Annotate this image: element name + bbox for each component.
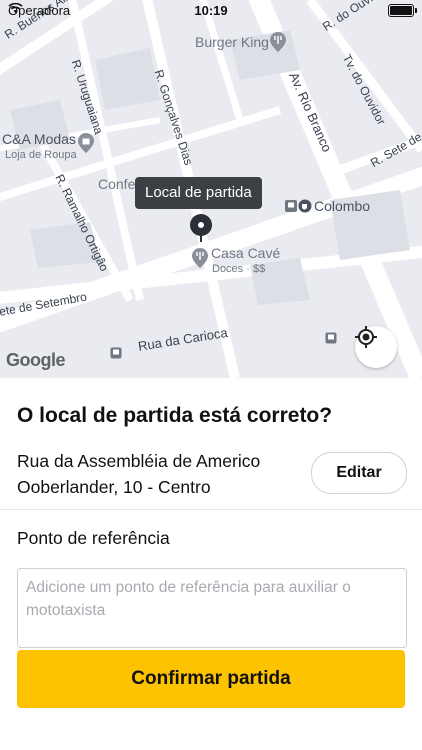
- pickup-pin-stem: [200, 234, 202, 242]
- pickup-address: Rua da Assembléia de Americo Ooberlander…: [17, 451, 261, 497]
- cafe-icon: [298, 199, 312, 213]
- edit-button[interactable]: Editar: [311, 452, 407, 494]
- divider: [0, 509, 422, 510]
- restaurant-icon: [270, 32, 286, 52]
- panel-title: O local de partida está correto?: [17, 404, 333, 427]
- poi-burger-king[interactable]: Burger King: [195, 34, 269, 50]
- status-time: 10:19: [194, 3, 228, 18]
- my-location-button[interactable]: [355, 326, 397, 368]
- bus-stop-icon: [110, 347, 122, 359]
- reference-input[interactable]: Adicione um ponto de referência para aux…: [17, 568, 407, 648]
- pickup-pin-icon[interactable]: [190, 214, 212, 236]
- poi-colombo[interactable]: Colombo: [314, 198, 370, 214]
- poi-casa-cave-category: Doces · $$: [212, 263, 266, 275]
- poi-ca-modas[interactable]: C&A Modas: [2, 131, 76, 147]
- confirm-pickup-button[interactable]: Confirmar partida: [17, 650, 405, 708]
- bus-stop-icon: [325, 332, 337, 344]
- status-bar: Operadora 10:19: [0, 0, 422, 22]
- pickup-confirmation-panel: O local de partida está correto? Rua da …: [0, 378, 422, 750]
- map-view[interactable]: Operadora 10:19 R. Buenos Aires R. do Ou…: [0, 0, 422, 378]
- restaurant-icon: [192, 248, 208, 268]
- pickup-tooltip: Local de partida: [135, 177, 262, 209]
- poi-burger-king-label: Burger King: [195, 34, 269, 50]
- poi-confe-label: Confe: [98, 176, 136, 192]
- battery-icon: [388, 4, 417, 17]
- poi-casa-cave[interactable]: Casa Cavé: [211, 245, 280, 261]
- poi-ca-modas-label: C&A Modas: [2, 131, 76, 147]
- google-logo: Google: [6, 350, 66, 370]
- crosshair-icon: [355, 326, 377, 348]
- bus-stop-icon: [285, 200, 297, 212]
- reference-label: Ponto de referência: [17, 528, 170, 548]
- poi-ca-modas-category: Loja de Roupa: [5, 149, 77, 161]
- poi-colombo-label: Colombo: [314, 198, 371, 214]
- poi-casa-cave-label: Casa Cavé: [211, 245, 281, 261]
- shopping-icon: [78, 133, 94, 153]
